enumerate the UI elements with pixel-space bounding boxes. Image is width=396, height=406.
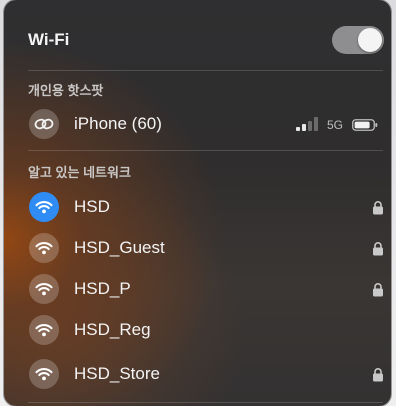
bottom-divider	[28, 402, 383, 403]
hotspot-icon-circle	[29, 109, 59, 139]
wifi-icon-circle	[29, 359, 59, 389]
network-name: HSD	[74, 197, 110, 216]
hotspot-item-iphone[interactable]: iPhone (60) 5G	[18, 105, 384, 143]
network-name: HSD_Guest	[74, 238, 165, 257]
wifi-icon	[35, 368, 53, 381]
network-name: HSD_Reg	[74, 320, 151, 339]
cellular-signal-icon	[296, 117, 318, 131]
wifi-icon-circle	[29, 274, 59, 304]
hotspot-status: 5G	[296, 117, 384, 133]
lock-icon	[373, 201, 383, 215]
lock-icon	[373, 283, 383, 297]
wifi-icon	[35, 283, 53, 296]
wifi-icon-circle	[29, 233, 59, 263]
wifi-icon	[35, 324, 53, 337]
network-item-hsd-guest[interactable]: HSD_Guest	[18, 229, 384, 267]
wifi-icon	[35, 201, 53, 214]
network-item-hsd-reg[interactable]: HSD_Reg	[18, 311, 384, 349]
wifi-title: Wi-Fi	[28, 30, 70, 49]
lock-icon	[373, 242, 383, 256]
network-item-hsd-p[interactable]: HSD_P	[18, 270, 384, 308]
link-icon	[34, 118, 54, 130]
wifi-header: Wi-Fi	[4, 0, 391, 70]
wifi-menu-panel: Wi-Fi 개인용 핫스팟 iPhone (60) 5G 알고 있는 네트워크 …	[4, 0, 391, 406]
network-item-hsd-store[interactable]: HSD_Store	[18, 355, 384, 393]
lock-icon	[373, 368, 383, 382]
wifi-icon-circle	[29, 315, 59, 345]
battery-icon	[352, 119, 378, 131]
network-type-label: 5G	[327, 118, 344, 132]
wifi-icon	[35, 242, 53, 255]
known-networks-section-label: 알고 있는 네트워크	[28, 165, 131, 180]
hotspot-section-label: 개인용 핫스팟	[28, 83, 104, 98]
wifi-toggle-knob	[358, 28, 382, 52]
wifi-toggle[interactable]	[332, 26, 384, 54]
wifi-icon-circle	[29, 192, 59, 222]
hotspot-device-name: iPhone (60)	[74, 114, 162, 133]
hotspot-divider	[28, 150, 383, 151]
network-name: HSD_P	[74, 279, 131, 298]
header-divider	[28, 70, 383, 71]
network-name: HSD_Store	[74, 364, 160, 383]
network-item-hsd[interactable]: HSD	[18, 188, 384, 226]
